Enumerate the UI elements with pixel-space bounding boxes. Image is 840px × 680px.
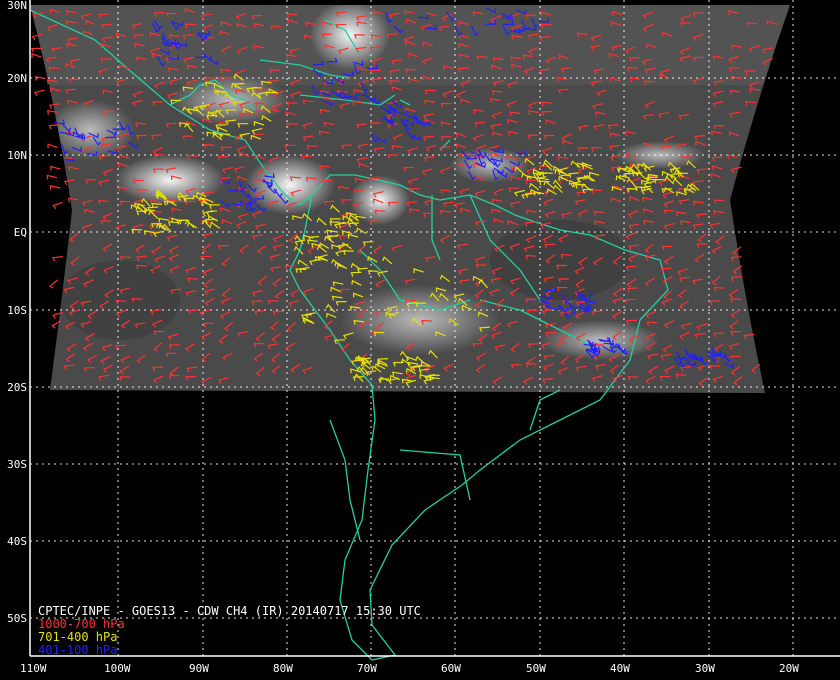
- lat-tick-label: 40S: [7, 535, 27, 548]
- lon-tick-label: 40W: [610, 662, 630, 675]
- lat-tick-label: 30S: [7, 458, 27, 471]
- legend-high-level: 401-100 hPa: [38, 643, 118, 657]
- wind-vector: [50, 165, 61, 171]
- lat-tick-label: 30N: [7, 0, 27, 12]
- satellite-wind-map: [29, 0, 840, 661]
- lon-tick-label: 100W: [104, 662, 131, 675]
- legend-mid-level: 701-400 hPa: [38, 630, 118, 644]
- wind-vector: [31, 53, 42, 58]
- wind-vector: [52, 201, 63, 210]
- lat-tick-label: 10N: [7, 149, 27, 162]
- lon-tick-label: 110W: [20, 662, 47, 675]
- wind-vector: [34, 76, 46, 81]
- wind-vector: [49, 185, 61, 190]
- wind-vector: [51, 255, 63, 262]
- lat-tick-label: 20S: [7, 381, 27, 394]
- wind-vector: [48, 279, 58, 289]
- lon-tick-label: 20W: [779, 662, 799, 675]
- legend-low-level: 1000-700 hPa: [38, 617, 125, 631]
- lon-tick-label: 80W: [273, 662, 293, 675]
- lat-tick-label: 20N: [7, 72, 27, 85]
- lon-tick-label: 90W: [189, 662, 209, 675]
- lat-tick-label: 50S: [7, 612, 27, 625]
- lat-tick-label: EQ: [13, 226, 27, 239]
- wind-vector: [33, 89, 45, 97]
- wind-vector: [46, 174, 58, 180]
- lon-tick-label: 60W: [441, 662, 461, 675]
- wind-vector: [31, 47, 42, 53]
- lon-tick-label: 30W: [695, 662, 715, 675]
- wind-vector: [47, 143, 58, 149]
- lon-tick-label: 70W: [357, 662, 377, 675]
- lon-tick-label: 50W: [526, 662, 546, 675]
- map-title: CPTEC/INPE - GOES13 - CDW CH4 (IR) 20140…: [38, 604, 421, 618]
- lat-tick-label: 10S: [7, 304, 27, 317]
